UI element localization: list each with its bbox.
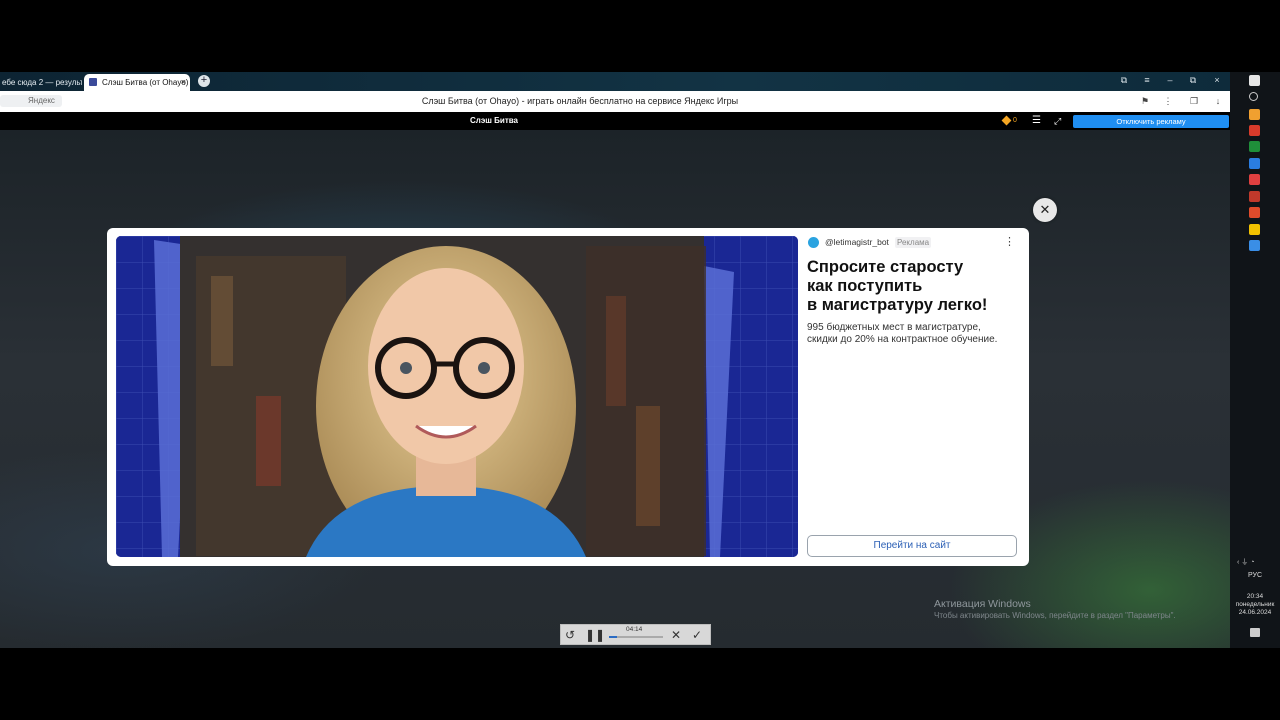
ad-channel-name[interactable]: @letimagistr_bot xyxy=(825,236,889,249)
menu-icon[interactable]: ☰ xyxy=(1032,116,1042,126)
activation-watermark-text: Чтобы активировать Windows, перейдите в … xyxy=(934,611,1176,620)
ad-image[interactable] xyxy=(116,236,798,557)
ad-headline-line: Спросите старосту xyxy=(807,258,964,276)
activation-watermark-title: Активация Windows xyxy=(934,598,1031,610)
tab-search-results[interactable]: ебе сюда 2 — результаты xyxy=(0,74,82,91)
tab-close-icon[interactable]: × xyxy=(181,74,186,91)
undo-icon[interactable]: ↺ xyxy=(565,628,575,642)
disable-ads-button[interactable]: Отключить рекламу xyxy=(1073,115,1229,128)
ad-description-line: 995 бюджетных мест в магистратуре, xyxy=(807,322,981,333)
system-clock[interactable]: 20:34 понедельник 24.06.2024 xyxy=(1233,593,1277,617)
fullscreen-icon[interactable]: ⤢ xyxy=(1054,116,1064,126)
desktop-icon[interactable] xyxy=(1249,240,1260,251)
page-title: Слэш Битва (от Ohayo) - играть онлайн бе… xyxy=(421,96,739,106)
powerpoint-icon[interactable] xyxy=(1249,125,1260,136)
excel-icon[interactable] xyxy=(1249,141,1260,152)
new-tab-button[interactable]: + xyxy=(198,75,210,87)
go-to-site-button[interactable]: Перейти на сайт xyxy=(807,535,1017,557)
tray-icons[interactable]: ‹ ⏚ ◔ xyxy=(1237,557,1254,567)
ad-description: 995 бюджетных мест в магистратуре, скидк… xyxy=(807,322,1021,346)
ad-headline: Спросите старосту как поступить в магист… xyxy=(807,258,1021,315)
ad-badge: Реклама xyxy=(895,237,932,248)
pause-icon[interactable]: ❚❚ xyxy=(585,628,605,642)
recording-progress-fill xyxy=(609,636,618,638)
clock-time: 20:34 xyxy=(1246,593,1264,600)
clock-date: 24.06.2024 xyxy=(1238,609,1272,616)
telegram-icon[interactable] xyxy=(1249,158,1260,169)
ad-options-icon[interactable]: ⋮ xyxy=(1004,236,1015,248)
app-icon[interactable] xyxy=(1249,224,1260,235)
restore-button[interactable]: ⧉ xyxy=(1183,72,1203,89)
browser-menu-icon[interactable]: ≡ xyxy=(1137,72,1157,89)
bookmark-icon[interactable]: ⚑ xyxy=(1140,96,1150,106)
address-field[interactable]: Яндекс xyxy=(0,95,62,107)
media-icon[interactable] xyxy=(1249,207,1260,218)
ad-headline-line: как поступить xyxy=(807,277,923,295)
game-title: Слэш Битва xyxy=(469,116,518,125)
cancel-icon[interactable]: ✕ xyxy=(671,628,681,642)
telegram-icon xyxy=(808,237,819,248)
tab-label: Слэш Битва (от Ohayo) xyxy=(102,78,189,87)
minimize-button[interactable]: – xyxy=(1160,72,1180,89)
ad-illustration xyxy=(116,236,798,557)
tab-label: ебе сюда 2 — результаты xyxy=(2,78,82,87)
language-indicator[interactable]: РУС xyxy=(1243,572,1267,579)
tab-slash-battle[interactable]: Слэш Битва (от Ohayo) × xyxy=(84,74,190,91)
clock-weekday: понедельник xyxy=(1235,601,1275,608)
recording-progress xyxy=(609,636,663,638)
search-icon[interactable] xyxy=(1249,92,1258,101)
address-bar: Яндекс Слэш Битва (от Ohayo) - играть он… xyxy=(0,91,1230,113)
browser-tab-bar: ебе сюда 2 — результаты Слэш Битва (от O… xyxy=(0,72,1230,91)
close-window-button[interactable]: × xyxy=(1207,72,1227,89)
close-ad-button[interactable]: ✕ xyxy=(1033,198,1057,222)
collections-icon[interactable]: ❐ xyxy=(1189,96,1199,106)
game-favicon-icon xyxy=(89,78,97,86)
ad-description-line: скидки до 20% на контрактное обучение. xyxy=(807,334,998,345)
yandex-browser-icon[interactable] xyxy=(1249,174,1260,185)
opera-icon[interactable] xyxy=(1249,191,1260,202)
recorder-bar: ↺ ❚❚ 04:14 ✕ ✓ xyxy=(560,624,711,645)
ad-headline-line: в магистратуру легко! xyxy=(807,296,988,314)
coin-icon xyxy=(1001,115,1012,126)
more-options-icon[interactable]: ⋮ xyxy=(1163,96,1173,106)
download-icon[interactable]: ↓ xyxy=(1213,96,1223,106)
recording-time: 04:14 xyxy=(626,626,643,633)
windows-start-icon[interactable] xyxy=(1249,75,1260,86)
ad-modal: @letimagistr_bot Реклама ⋮ Спросите стар… xyxy=(107,228,1029,566)
tab-manager-icon[interactable]: ⧉ xyxy=(1114,72,1134,89)
notifications-icon[interactable] xyxy=(1250,628,1260,637)
game-header-bar: Слэш Битва 0 ☰ ⤢ Отключить рекламу xyxy=(0,112,1230,130)
confirm-icon[interactable]: ✓ xyxy=(692,628,702,642)
ad-text-panel: @letimagistr_bot Реклама ⋮ Спросите стар… xyxy=(807,236,1021,557)
file-explorer-icon[interactable] xyxy=(1249,109,1260,120)
coin-count: 0 xyxy=(1013,117,1017,124)
